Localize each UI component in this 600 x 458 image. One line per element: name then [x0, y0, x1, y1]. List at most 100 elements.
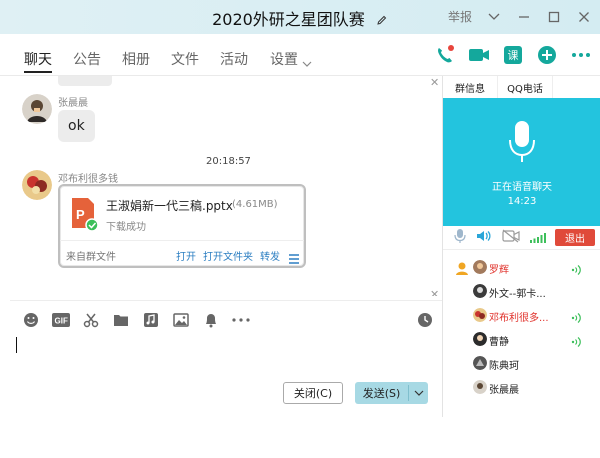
- history-clock-icon[interactable]: [416, 311, 434, 329]
- chevron-down-icon[interactable]: [486, 9, 502, 25]
- tab-files[interactable]: 文件: [171, 49, 199, 69]
- class-button[interactable]: 课: [500, 42, 526, 68]
- avatar: [473, 380, 487, 394]
- image-icon[interactable]: [172, 311, 190, 329]
- signal-icon: [530, 228, 546, 247]
- send-button-label: 发送(S): [362, 387, 401, 400]
- message-input[interactable]: [10, 334, 442, 374]
- microphone-icon: [507, 120, 537, 170]
- speaker-icon[interactable]: [476, 228, 492, 247]
- voice-member-list: 罗辉 外文--郭卡... 邓布利很多... 曹静 陈典珂 张晨晨: [443, 256, 600, 400]
- member-name: 外文--郭卡...: [489, 289, 546, 300]
- avatar: [473, 284, 487, 298]
- settings-chevron-icon[interactable]: [302, 52, 312, 71]
- minimize-icon[interactable]: [516, 9, 532, 25]
- compose-toolbar: GIF: [10, 306, 442, 334]
- gif-icon[interactable]: GIF: [52, 311, 70, 329]
- speaking-icon: [571, 333, 583, 352]
- member-item[interactable]: 外文--郭卡...: [443, 280, 600, 304]
- edit-title-icon[interactable]: [376, 11, 388, 30]
- member-item[interactable]: 邓布利很多...: [443, 304, 600, 328]
- window-title-text: 2020外研之星团队赛: [212, 10, 365, 29]
- open-file-link[interactable]: 打开: [176, 248, 196, 263]
- member-item[interactable]: 张晨晨: [443, 376, 600, 400]
- member-name: 邓布利很多...: [489, 313, 549, 324]
- folder-icon[interactable]: [112, 311, 130, 329]
- voice-status: 正在语音聊天: [492, 182, 552, 193]
- send-button[interactable]: 发送(S): [355, 382, 428, 404]
- class-icon: 课: [504, 46, 522, 64]
- message-bubble[interactable]: ok: [58, 110, 95, 142]
- voice-call-icon[interactable]: [432, 42, 458, 68]
- forward-link[interactable]: 转发: [260, 248, 280, 263]
- camera-off-icon[interactable]: [502, 228, 520, 247]
- titlebar-controls: 举报: [448, 8, 592, 25]
- collapse-icon[interactable]: ✕: [430, 76, 439, 89]
- tab-activity[interactable]: 活动: [220, 49, 248, 69]
- tab-chat[interactable]: 聊天: [24, 49, 52, 69]
- voice-controls: 退出: [443, 226, 600, 250]
- avatar[interactable]: [22, 170, 52, 200]
- qq-group-chat-window: 2020外研之星团队赛 举报 聊天 公告 相册 文件 活动 设置 课 ✕ 张晨晨…: [0, 0, 600, 417]
- avatar: [473, 308, 487, 322]
- more-tools-icon[interactable]: [232, 311, 250, 329]
- file-size: (4.61MB): [232, 199, 278, 210]
- member-name: 罗辉: [489, 265, 509, 276]
- member-item[interactable]: 陈典珂: [443, 352, 600, 376]
- admin-icon: [455, 260, 469, 279]
- tab-album[interactable]: 相册: [122, 49, 150, 69]
- open-folder-link[interactable]: 打开文件夹: [203, 248, 253, 263]
- divider: [60, 240, 304, 241]
- music-icon[interactable]: [142, 311, 160, 329]
- bell-icon[interactable]: [202, 311, 220, 329]
- avatar[interactable]: [22, 94, 52, 124]
- member-item[interactable]: 曹静: [443, 328, 600, 352]
- menu-icon[interactable]: [288, 249, 300, 268]
- video-call-icon[interactable]: [466, 42, 492, 68]
- send-options-chevron-icon[interactable]: [409, 390, 428, 396]
- sender-name: 张晨晨: [58, 98, 88, 109]
- collapse-icon[interactable]: ✕: [430, 288, 439, 296]
- maximize-icon[interactable]: [546, 9, 562, 25]
- avatar: [473, 356, 487, 370]
- pptx-file-icon: P: [70, 198, 99, 232]
- voice-chat-panel: 正在语音聊天 14:23: [443, 98, 600, 226]
- more-icon[interactable]: [568, 42, 594, 68]
- tab-settings[interactable]: 设置: [270, 49, 298, 69]
- svg-text:P: P: [76, 207, 85, 222]
- scissors-icon[interactable]: [82, 311, 100, 329]
- divider: [10, 300, 442, 301]
- right-panel: 群信息 QQ电话 正在语音聊天 14:23 退出 罗辉 外文--郭卡... 邓布…: [442, 76, 600, 417]
- file-source: 来自群文件: [66, 252, 116, 263]
- text-cursor: [16, 337, 17, 353]
- download-status: 下载成功: [106, 222, 146, 233]
- chat-message-area[interactable]: ✕ 张晨晨 ok 20:18:57 邓布利很多钱 P 王淑娟新一代三稿.pptx…: [10, 76, 442, 296]
- previous-message-bubble: [58, 76, 112, 86]
- sender-name: 邓布利很多钱: [58, 174, 118, 185]
- header-actions: 课: [432, 42, 594, 68]
- member-name: 张晨晨: [489, 385, 519, 396]
- emoji-icon[interactable]: [22, 311, 40, 329]
- tab-bar: 聊天 公告 相册 文件 活动 设置 课: [0, 34, 600, 76]
- file-name[interactable]: 王淑娟新一代三稿.pptx: [106, 197, 233, 214]
- close-icon[interactable]: [576, 9, 592, 25]
- titlebar: 2020外研之星团队赛 举报: [0, 0, 600, 34]
- member-name: 陈典珂: [489, 361, 519, 372]
- avatar: [473, 332, 487, 346]
- add-icon[interactable]: [534, 42, 560, 68]
- tab-group-info[interactable]: 群信息: [443, 76, 498, 98]
- voice-duration: 14:23: [507, 196, 537, 207]
- close-button[interactable]: 关闭(C): [283, 382, 343, 404]
- file-message-card[interactable]: P 王淑娟新一代三稿.pptx (4.61MB) 下载成功 来自群文件 打开 打…: [58, 184, 306, 268]
- report-button[interactable]: 举报: [448, 8, 472, 25]
- member-item[interactable]: 罗辉: [443, 256, 600, 280]
- active-tab-underline: [24, 71, 52, 73]
- tab-qq-call[interactable]: QQ电话: [498, 76, 553, 98]
- message-timestamp: 20:18:57: [206, 156, 251, 167]
- tab-announcement[interactable]: 公告: [73, 49, 101, 69]
- exit-voice-button[interactable]: 退出: [555, 229, 595, 246]
- mic-toggle-icon[interactable]: [454, 228, 466, 248]
- svg-text:GIF: GIF: [55, 317, 68, 326]
- right-panel-tabs: 群信息 QQ电话: [443, 76, 600, 98]
- blank-area: [0, 417, 600, 458]
